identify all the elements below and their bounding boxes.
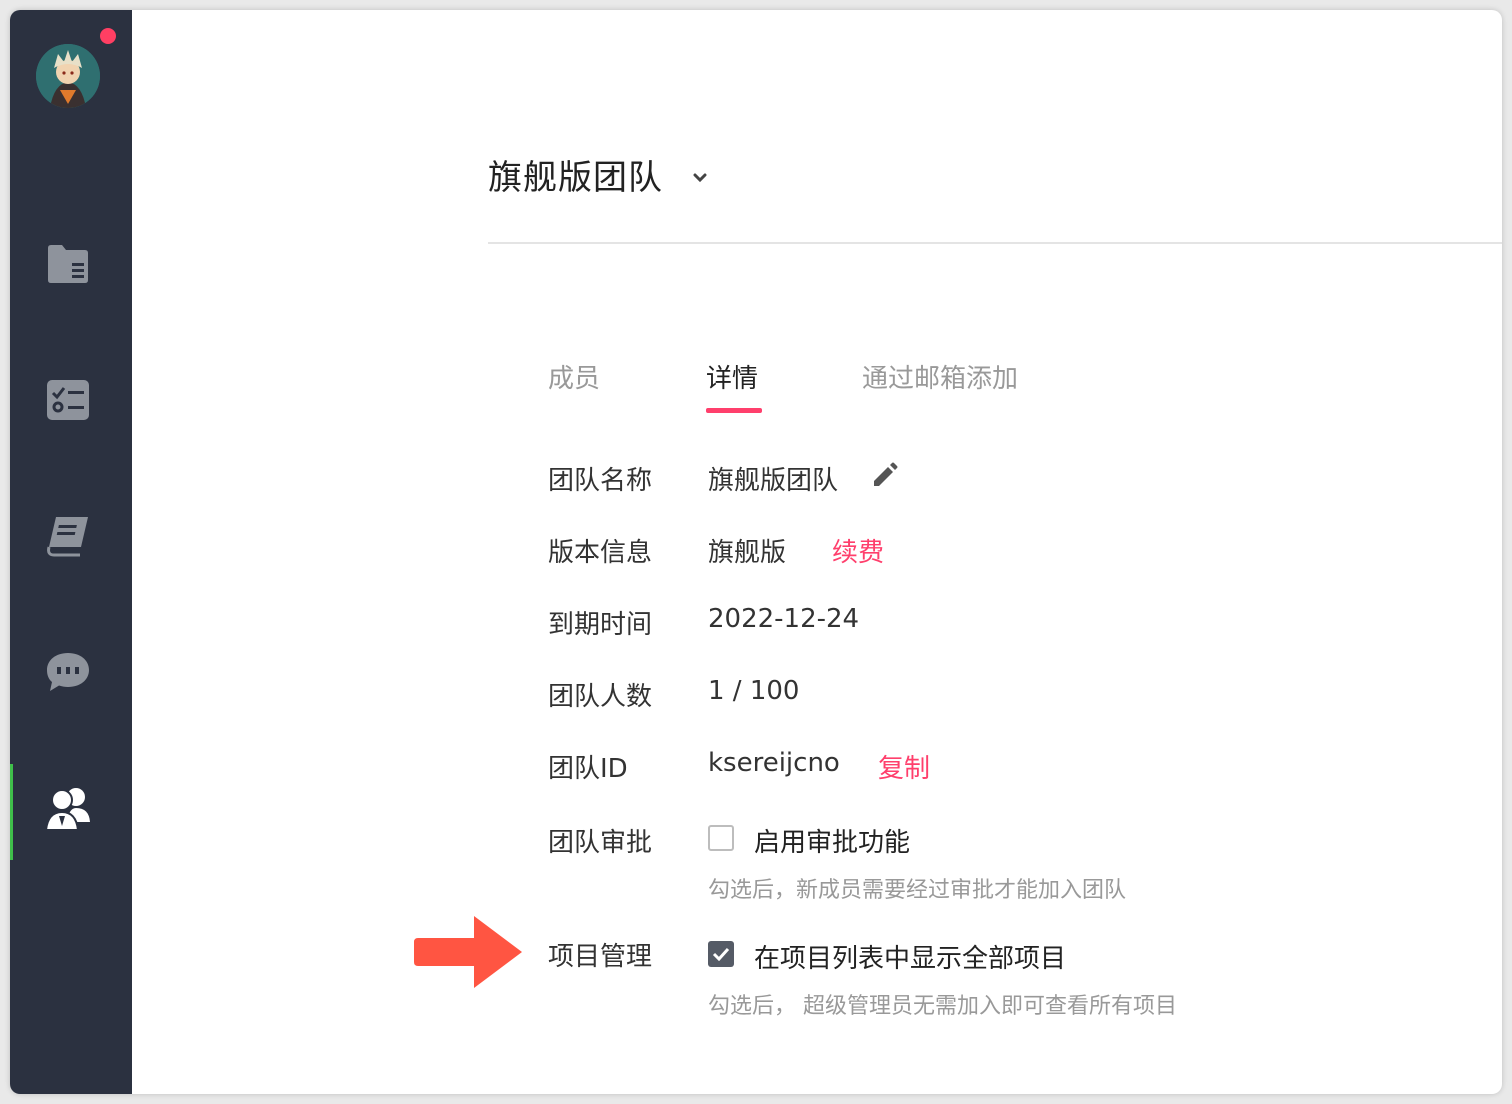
copy-link[interactable]: 复制	[878, 748, 930, 785]
arrow-pointer-icon	[412, 914, 526, 992]
approval-label: 团队审批	[548, 828, 653, 858]
sidebar	[10, 10, 132, 1094]
team-id-value: ksereijcno	[708, 748, 840, 778]
edition-value: 旗舰版	[708, 538, 787, 568]
app-window: 旗舰版团队 成员 详情 通过邮箱添加 团队名称 旗舰版团队 版本信息 旗舰版 续…	[10, 10, 1502, 1094]
main-content: 旗舰版团队 成员 详情 通过邮箱添加 团队名称 旗舰版团队 版本信息 旗舰版 续…	[132, 10, 1502, 1094]
team-switcher[interactable]: 旗舰版团队	[488, 150, 707, 199]
approval-checkbox-label[interactable]: 启用审批功能	[754, 822, 910, 859]
check-icon	[712, 947, 730, 961]
checklist-icon[interactable]	[44, 376, 92, 424]
avatar[interactable]	[36, 44, 100, 108]
tab-details[interactable]: 详情	[706, 358, 758, 395]
approval-checkbox[interactable]	[708, 825, 734, 851]
project-mgmt-hint: 勾选后， 超级管理员无需加入即可查看所有项目	[708, 994, 1177, 1019]
member-count-value: 1 / 100	[708, 676, 800, 706]
tab-add-by-email[interactable]: 通过邮箱添加	[862, 358, 1018, 395]
folder-icon[interactable]	[44, 240, 92, 288]
team-name-value: 旗舰版团队	[708, 466, 839, 496]
member-count-label: 团队人数	[548, 682, 653, 712]
notification-dot	[100, 28, 116, 44]
expiry-value: 2022-12-24	[708, 604, 860, 634]
project-mgmt-label: 项目管理	[548, 942, 653, 972]
project-mgmt-checkbox[interactable]	[708, 941, 734, 967]
chevron-down-icon[interactable]	[693, 168, 707, 187]
header-divider	[488, 242, 1502, 244]
edit-icon[interactable]	[870, 462, 898, 490]
team-name-label: 团队名称	[548, 466, 653, 496]
chat-icon[interactable]	[44, 648, 92, 696]
team-icon[interactable]	[44, 784, 92, 832]
active-nav-indicator	[10, 764, 13, 860]
edition-label: 版本信息	[548, 538, 653, 568]
project-mgmt-checkbox-label[interactable]: 在项目列表中显示全部项目	[754, 938, 1066, 975]
active-tab-underline	[706, 408, 762, 413]
team-id-label: 团队ID	[548, 754, 628, 784]
book-icon[interactable]	[44, 512, 92, 560]
team-switcher-name: 旗舰版团队	[488, 158, 663, 198]
approval-hint: 勾选后，新成员需要经过审批才能加入团队	[708, 878, 1127, 903]
renew-link[interactable]: 续费	[832, 532, 884, 569]
expiry-label: 到期时间	[548, 610, 653, 640]
tab-members[interactable]: 成员	[548, 358, 600, 395]
